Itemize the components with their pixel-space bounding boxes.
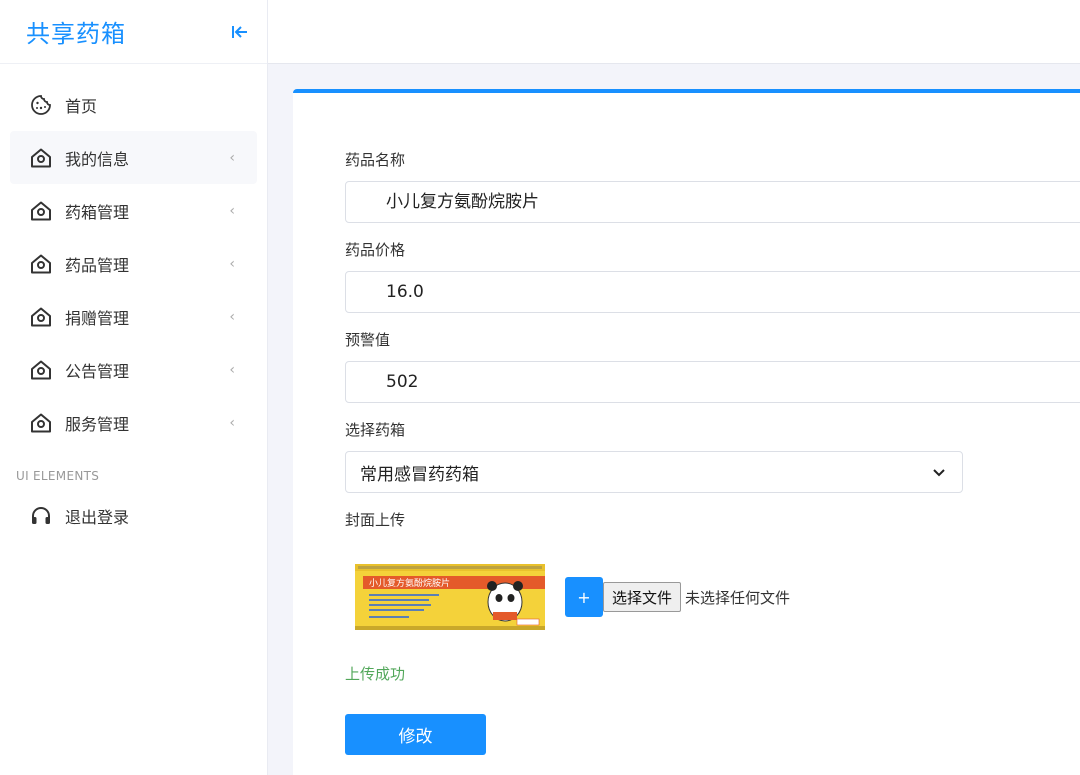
choose-file-button[interactable]: 选择文件 <box>603 582 682 612</box>
sidebar-item-label: 首页 <box>65 96 98 116</box>
cover-image: 小儿复方氨酚烷胺片 <box>355 564 545 630</box>
upload-row: 小儿复方氨酚烷胺片 + 选择文件 未选择任何文件 <box>345 551 1080 643</box>
submit-button[interactable]: 修改 <box>345 714 486 755</box>
form-group-warning: 预警值 502 <box>345 329 1080 403</box>
cover-image-text: 小儿复方氨酚烷胺片 <box>369 577 450 588</box>
add-upload-button[interactable]: + <box>565 577 603 617</box>
sidebar-item-medicine[interactable]: 药品管理 ‹ <box>10 237 257 290</box>
warning-value-input[interactable]: 502 <box>345 361 1080 403</box>
home-icon <box>30 147 52 169</box>
app-title: 共享药箱 <box>26 20 126 48</box>
sidebar-item-label: 药箱管理 <box>65 202 130 222</box>
sidebar-item-logout[interactable]: 退出登录 <box>10 489 257 542</box>
medicine-name-label: 药品名称 <box>345 151 406 169</box>
chevron-down-icon <box>932 462 946 482</box>
home-icon <box>30 412 52 434</box>
medicine-form: 药品名称 小儿复方氨酚烷胺片 药品价格 16.0 预警值 502 选择药箱 常用… <box>345 149 1080 755</box>
sidebar-item-label: 药品管理 <box>65 255 130 275</box>
medicine-name-input[interactable]: 小儿复方氨酚烷胺片 <box>345 181 1080 223</box>
sidebar-item-label: 退出登录 <box>65 507 130 527</box>
form-group-name: 药品名称 小儿复方氨酚烷胺片 <box>345 149 1080 223</box>
sidebar-item-label: 我的信息 <box>65 149 130 169</box>
collapse-sidebar-icon[interactable] <box>231 24 249 40</box>
home-icon <box>30 253 52 275</box>
sidebar-item-my-info[interactable]: 我的信息 ‹ <box>10 131 257 184</box>
sidebar-item-announcement[interactable]: 公告管理 ‹ <box>10 343 257 396</box>
top-bar <box>268 0 1080 64</box>
sidebar-item-label: 捐赠管理 <box>65 308 130 328</box>
chevron-left-icon: ‹ <box>229 202 235 219</box>
form-group-price: 药品价格 16.0 <box>345 239 1080 313</box>
chevron-left-icon: ‹ <box>229 255 235 272</box>
medicine-price-input[interactable]: 16.0 <box>345 271 1080 313</box>
cover-upload-label: 封面上传 <box>345 511 406 529</box>
home-icon <box>30 200 52 222</box>
sidebar: 共享药箱 首页 我的信息 ‹ 药箱管理 ‹ 药品管理 ‹ 捐赠管理 ‹ 公告管理… <box>0 0 268 775</box>
medicine-price-label: 药品价格 <box>345 241 406 259</box>
sidebar-item-home[interactable]: 首页 <box>10 78 257 131</box>
chevron-left-icon: ‹ <box>229 308 235 325</box>
warning-value-label: 预警值 <box>345 331 391 349</box>
chevron-left-icon: ‹ <box>229 414 235 431</box>
upload-success-text: 上传成功 <box>345 665 406 683</box>
file-status-text: 未选择任何文件 <box>685 588 791 607</box>
headset-icon <box>30 505 52 527</box>
medicine-box-selected: 常用感冒药药箱 <box>360 464 479 485</box>
home-icon <box>30 306 52 328</box>
sidebar-section-title: UI ELEMENTS <box>16 469 100 483</box>
chevron-left-icon: ‹ <box>229 149 235 166</box>
form-group-box: 选择药箱 常用感冒药药箱 <box>345 419 1080 493</box>
medicine-box-select[interactable]: 常用感冒药药箱 <box>345 451 963 493</box>
cookie-icon <box>30 94 52 116</box>
sidebar-item-label: 服务管理 <box>65 414 130 434</box>
chevron-left-icon: ‹ <box>229 361 235 378</box>
sidebar-item-label: 公告管理 <box>65 361 130 381</box>
brand-header: 共享药箱 <box>0 0 267 64</box>
home-icon <box>30 359 52 381</box>
sidebar-item-service[interactable]: 服务管理 ‹ <box>10 396 257 449</box>
sidebar-menu: 首页 我的信息 ‹ 药箱管理 ‹ 药品管理 ‹ 捐赠管理 ‹ 公告管理 ‹ 服务… <box>0 64 267 542</box>
edit-medicine-card: 药品名称 小儿复方氨酚烷胺片 药品价格 16.0 预警值 502 选择药箱 常用… <box>293 89 1080 775</box>
sidebar-item-medicine-box[interactable]: 药箱管理 ‹ <box>10 184 257 237</box>
medicine-box-label: 选择药箱 <box>345 421 406 439</box>
sidebar-item-donation[interactable]: 捐赠管理 ‹ <box>10 290 257 343</box>
